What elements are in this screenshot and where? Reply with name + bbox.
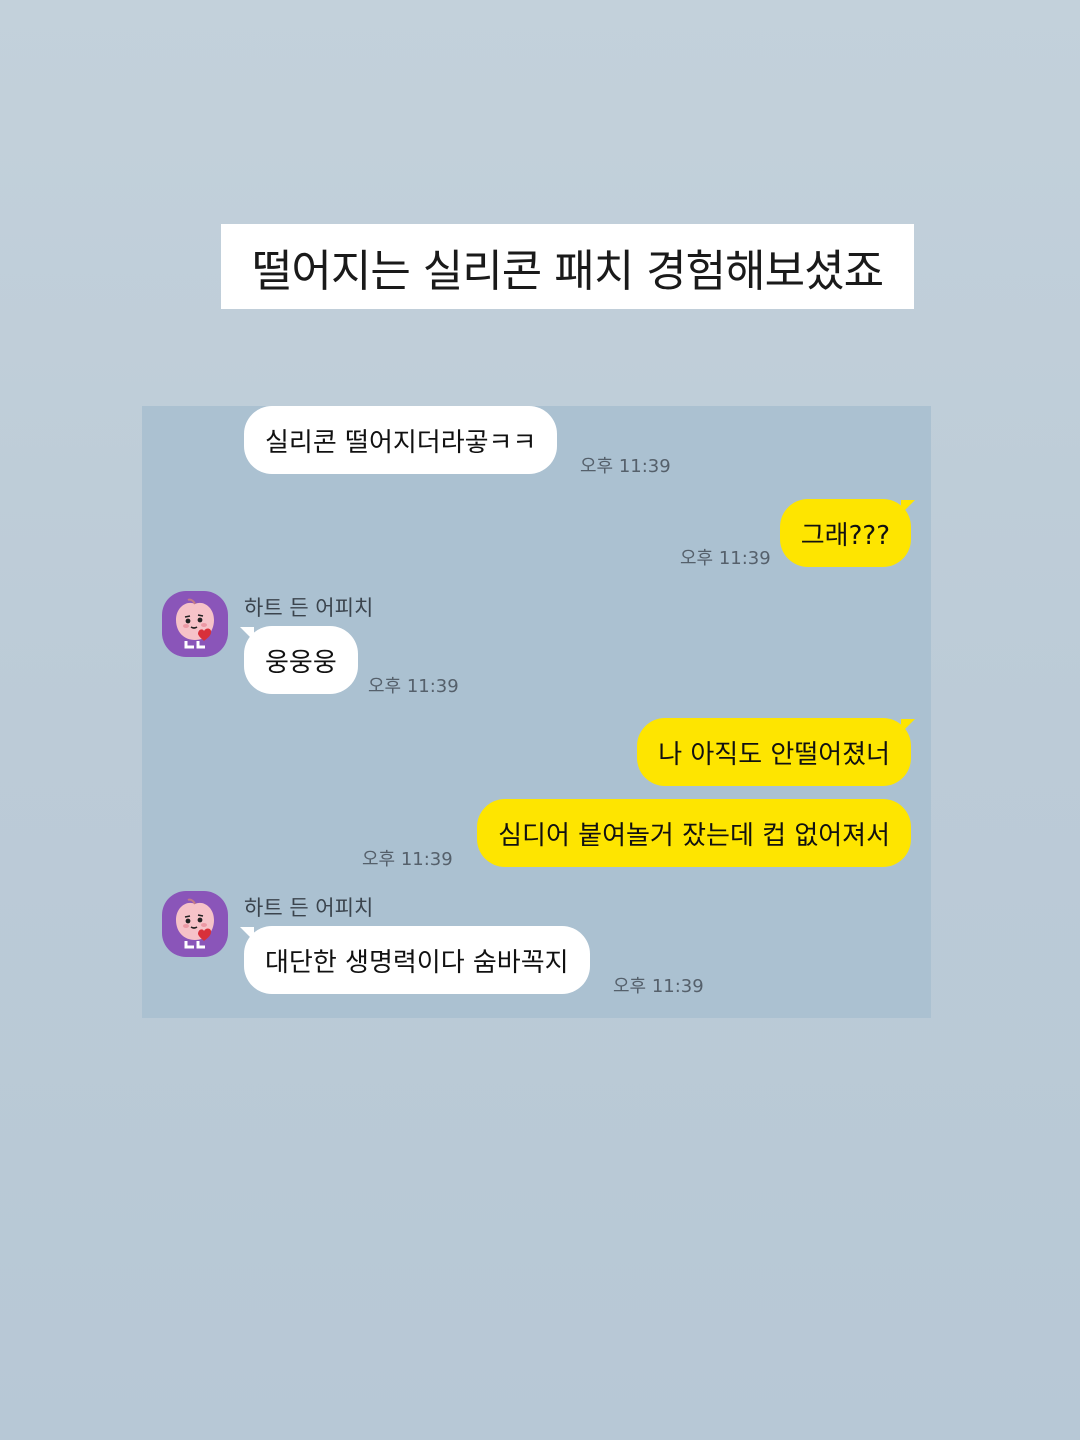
message-bubble-sent[interactable]: 나 아직도 안떨어졌너: [637, 718, 911, 786]
bubble-tail: [240, 927, 254, 941]
message-bubble-received[interactable]: 실리콘 떨어지더라곻ㅋㅋ: [244, 406, 558, 474]
apeach-character-icon[interactable]: [162, 591, 228, 657]
message-bubble-sent[interactable]: 그래???: [779, 499, 911, 567]
message-bubble-sent[interactable]: 심디어 붙여놀거 잤는데 컵 없어져서: [477, 799, 911, 867]
message-text: 웅웅웅: [265, 647, 337, 678]
message-text: 나 아직도 안떨어졌너: [658, 739, 890, 770]
bubble-tail: [901, 500, 915, 514]
message-bubble-received[interactable]: 대단한 생명력이다 숨바꼭지: [244, 926, 590, 994]
message-time: 오후 11:39: [368, 676, 459, 697]
bubble-tail: [240, 627, 254, 641]
apeach-character-icon[interactable]: [162, 891, 228, 957]
message-time: 오후 11:39: [580, 456, 671, 477]
message-time: 오후 11:39: [362, 849, 453, 870]
title-banner: 떨어지는 실리콘 패치 경험해보셨죠: [221, 224, 914, 309]
message-text: 실리콘 떨어지더라곻ㅋㅋ: [265, 427, 537, 458]
message-time: 오후 11:39: [613, 976, 704, 997]
message-text: 대단한 생명력이다 숨바꼭지: [265, 947, 569, 978]
message-time: 오후 11:39: [680, 548, 771, 569]
message-text: 심디어 붙여놀거 잤는데 컵 없어져서: [498, 820, 890, 851]
page-title: 떨어지는 실리콘 패치 경험해보셨죠: [251, 245, 884, 297]
sender-name[interactable]: 하트 든 어피치: [244, 592, 373, 622]
sender-name[interactable]: 하트 든 어피치: [244, 892, 373, 922]
bubble-tail: [901, 719, 915, 733]
chat-screenshot: 실리콘 떨어지더라곻ㅋㅋ 오후 11:39 오후 11:39 그래??? 하트 …: [142, 406, 931, 1018]
message-text: 그래???: [800, 520, 890, 551]
message-bubble-received[interactable]: 웅웅웅: [244, 626, 358, 694]
